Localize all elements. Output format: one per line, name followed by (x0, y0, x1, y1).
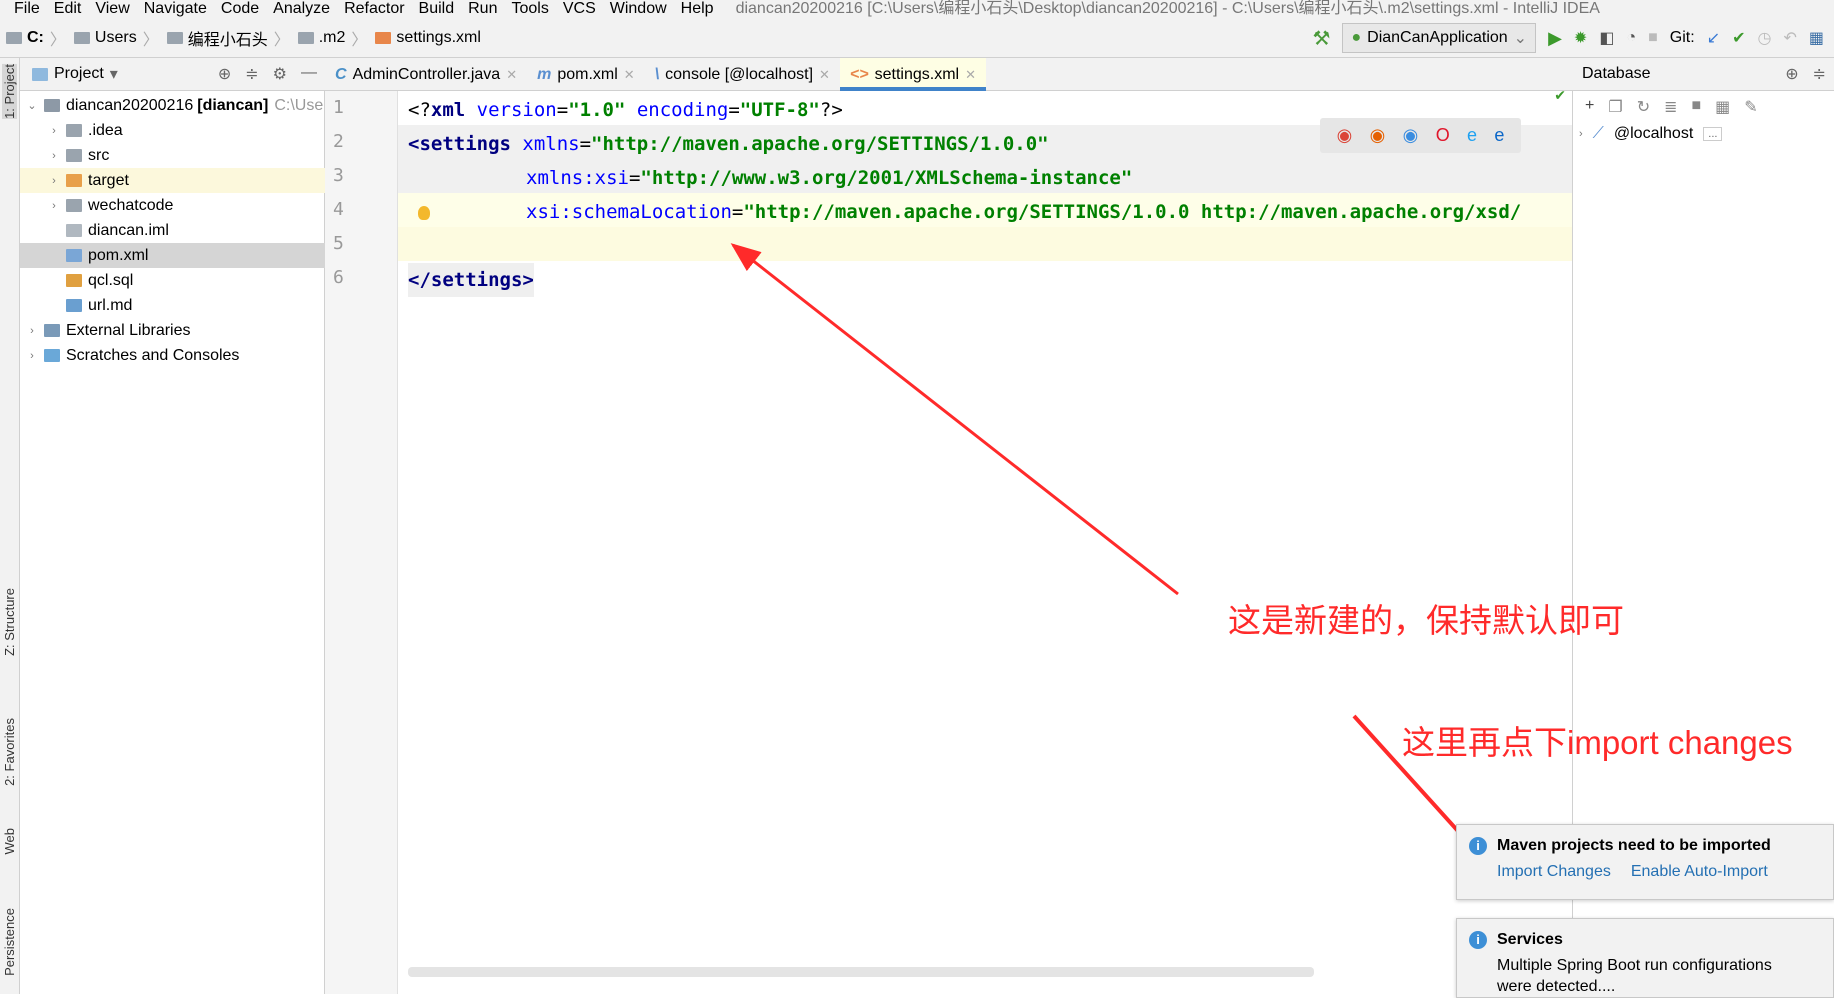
annotation-note-2: 这里再点下import changes (1402, 724, 1793, 761)
enable-auto-import-link[interactable]: Enable Auto-Import (1631, 863, 1768, 880)
maven-import-notification: i Maven projects need to be imported Imp… (1456, 824, 1834, 900)
info-icon: i (1469, 837, 1487, 855)
import-changes-link[interactable]: Import Changes (1497, 863, 1611, 880)
info-icon: i (1469, 931, 1487, 949)
services-notification: i Services Multiple Spring Boot run conf… (1456, 918, 1834, 998)
annotation-note-1: 这是新建的，保持默认即可 (1228, 602, 1624, 639)
annotation-arrow-1 (730, 243, 1179, 596)
